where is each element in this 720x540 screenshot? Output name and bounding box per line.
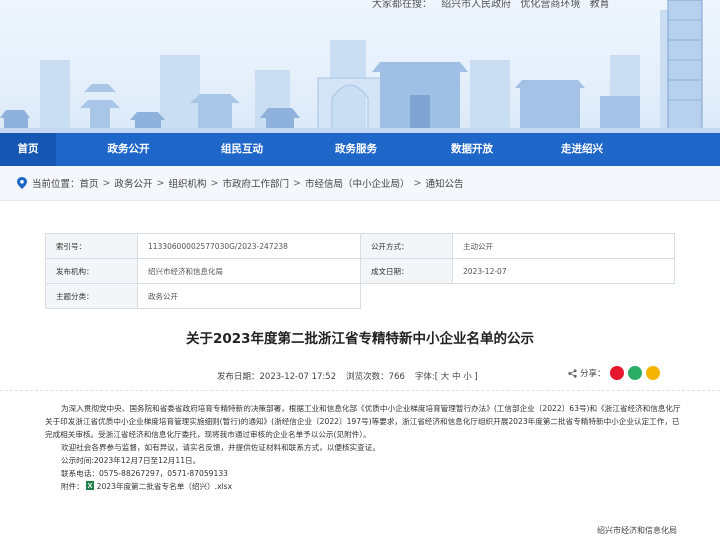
meta-value-date: 2023-12-07 (452, 258, 675, 284)
publish-date: 发布日期：2023-12-07 17:52 (217, 370, 336, 382)
nav-item-services[interactable]: 政务服务 (283, 133, 429, 166)
article-signature: 绍兴市经济和信息化局 (597, 526, 677, 535)
table-row: 索引号： 11330600002577030G/2023-247238 公开方式… (45, 233, 675, 259)
article-paragraph: 欢迎社会各界参与监督，如有异议，请实名反馈，并提供佐证材料和联系方式，以便核实查… (61, 443, 380, 452)
share-icon (568, 368, 577, 378)
divider (0, 390, 720, 391)
meta-empty-cell (453, 284, 675, 309)
share-label: 分享： (580, 369, 606, 379)
breadcrumb-separator: > (102, 177, 111, 189)
meta-key-open-mode: 公开方式： (360, 233, 453, 259)
breadcrumb-separator: > (156, 177, 165, 189)
nav-item-gov-affairs[interactable]: 政务公开 (56, 133, 201, 166)
hot-search-link[interactable]: 绍兴市人民政府 (441, 0, 511, 10)
font-size-large-button[interactable]: 大 (441, 372, 450, 382)
article-paragraph: 为深入贯彻党中央、国务院和省委省政府培育专精特新的决策部署，根据工业和信息化部《… (45, 404, 681, 439)
meta-key-issuer: 发布机构： (45, 258, 138, 284)
share-bar: 分享： (568, 366, 660, 380)
table-row: 主题分类： 政务公开 (45, 283, 675, 309)
font-size-medium-button[interactable]: 中 (452, 372, 461, 382)
meta-value-issuer: 绍兴市经济和信息化局 (137, 258, 361, 284)
meta-key-index: 索引号： (45, 233, 138, 259)
article-paragraph: 公示时间:2023年12月7日至12月11日。 (61, 456, 201, 465)
page: 大家都在搜： 绍兴市人民政府 优化营商环境 教育 首页 政务公开 组民互动 政务… (0, 0, 720, 540)
view-count-label: 浏览次数： (346, 372, 389, 382)
attachment-label: 附件： (61, 482, 84, 491)
publish-date-value: 2023-12-07 17:52 (259, 372, 337, 382)
nav-item-open-data[interactable]: 数据开放 (429, 133, 515, 166)
breadcrumb-link[interactable]: 政务公开 (115, 176, 153, 190)
view-count: 浏览次数：766 (346, 370, 405, 382)
breadcrumb: 当前位置： 首页 > 政务公开 > 组织机构 > 市政府工作部门 > 市经信局（… (0, 166, 720, 201)
breadcrumb-link[interactable]: 首页 (80, 176, 99, 190)
attachment-line: 附件： 2023年度第二批省专名单（绍兴）.xlsx (45, 480, 685, 493)
breadcrumb-separator: > (292, 177, 301, 189)
font-size-switcher: 字体:[ 大 中 小 ] (415, 370, 478, 382)
article-title: 关于2023年度第二批浙江省专精特新中小企业名单的公示 (185, 331, 535, 347)
breadcrumb-link[interactable]: 组织机构 (168, 176, 206, 190)
article-info-bar: 发布日期：2023-12-07 17:52 浏览次数：766 字体:[ 大 中 … (217, 370, 488, 382)
main-nav: 首页 政务公开 组民互动 政务服务 数据开放 走进绍兴 (0, 133, 720, 166)
qzone-share-icon[interactable] (645, 366, 660, 380)
breadcrumb-separator: > (210, 177, 219, 189)
hot-search-bar: 大家都在搜： 绍兴市人民政府 优化营商环境 教育 (372, 0, 616, 10)
breadcrumb-prefix: 当前位置： (32, 179, 80, 190)
font-size-small-button[interactable]: 小 (463, 372, 472, 382)
location-pin-icon (17, 177, 27, 189)
weibo-share-icon[interactable] (609, 366, 624, 380)
attachment-link[interactable]: 2023年度第二批省专名单（绍兴）.xlsx (97, 482, 233, 491)
hot-search-link[interactable]: 教育 (590, 0, 610, 10)
meta-key-date: 成文日期： (360, 258, 453, 284)
meta-value-topic: 政务公开 (137, 283, 361, 309)
hot-search-link[interactable]: 优化营商环境 (520, 0, 580, 10)
breadcrumb-link[interactable]: 通知公告 (425, 176, 463, 190)
meta-empty-cell (361, 284, 453, 309)
breadcrumb-link[interactable]: 市经信局（中小企业局） (305, 176, 410, 190)
publish-date-label: 发布日期： (217, 372, 260, 382)
breadcrumb-link[interactable]: 市政府工作部门 (222, 176, 289, 190)
table-row: 发布机构： 绍兴市经济和信息化局 成文日期： 2023-12-07 (45, 258, 675, 284)
view-count-value: 766 (388, 372, 405, 382)
article-body: 为深入贯彻党中央、国务院和省委省政府培育专精特新的决策部署，根据工业和信息化部《… (45, 402, 685, 493)
nav-item-interaction[interactable]: 组民互动 (201, 133, 283, 166)
wechat-share-icon[interactable] (627, 366, 642, 380)
font-size-end: ] (474, 372, 478, 382)
meta-value-open-mode: 主动公开 (452, 233, 675, 259)
breadcrumb-separator: > (413, 177, 422, 189)
article-paragraph: 联系电话：0575-88267297，0571-87059133 (61, 469, 228, 478)
nav-item-home[interactable]: 首页 (0, 133, 56, 166)
nav-item-shaoxing[interactable]: 走进绍兴 (515, 133, 649, 166)
city-skyline-illustration (0, 0, 720, 133)
meta-key-topic: 主题分类： (45, 283, 138, 309)
header-banner: 大家都在搜： 绍兴市人民政府 优化营商环境 教育 (0, 0, 720, 133)
hot-search-label: 大家都在搜： (372, 0, 432, 10)
document-meta-table: 索引号： 11330600002577030G/2023-247238 公开方式… (45, 233, 675, 309)
excel-file-icon (86, 481, 95, 490)
font-size-label: 字体:[ (414, 372, 439, 382)
meta-value-index: 11330600002577030G/2023-247238 (137, 233, 361, 259)
